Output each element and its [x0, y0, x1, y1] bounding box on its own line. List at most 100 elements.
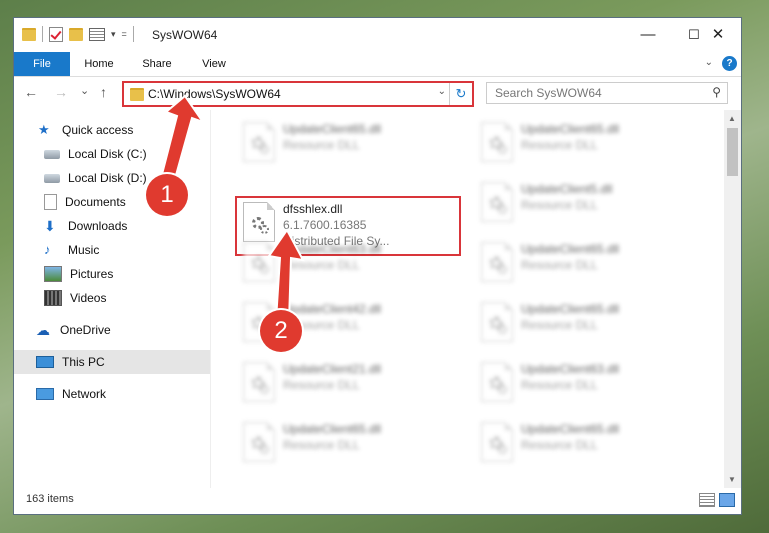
- vertical-scrollbar[interactable]: ▲ ▼: [724, 110, 741, 488]
- expand-ribbon-icon[interactable]: ⌄: [705, 57, 713, 68]
- sidebar-item-videos[interactable]: Videos 📌: [14, 286, 236, 310]
- sidebar-item-label: Local Disk (C:): [68, 147, 147, 161]
- file-tile[interactable]: UpdateClient63.dll Resource DLL: [235, 236, 463, 290]
- sidebar-item-music[interactable]: ♪ Music 📌: [14, 238, 236, 262]
- dll-file-icon: [481, 302, 513, 342]
- sidebar-item-downloads[interactable]: ⬇ Downloads 📌: [14, 214, 236, 238]
- navigation-bar: ← → ⌄ ↑ C:\Windows\SysWOW64 ⌄ ↻ Search S…: [14, 76, 741, 110]
- sidebar-item-label: Pictures: [70, 267, 114, 281]
- star-icon: ★: [38, 122, 50, 137]
- explorer-window: ▾ = SysWOW64 — ☐ ✕ File Home Share View …: [14, 18, 741, 514]
- file-tile[interactable]: UpdateClient63.dll Resource DLL: [473, 356, 701, 410]
- new-folder-icon[interactable]: [69, 27, 83, 41]
- tab-home[interactable]: Home: [76, 52, 122, 76]
- sidebar-item-label: This PC: [62, 355, 105, 369]
- window-title: SysWOW64: [152, 28, 218, 42]
- file-tile[interactable]: UpdateClient65.dll Resource DLL: [473, 236, 701, 290]
- tiles-view-icon[interactable]: [719, 493, 735, 507]
- file-tile[interactable]: UpdateClient65.dll Resource DLL: [473, 416, 701, 470]
- sidebar-item-label: OneDrive: [60, 323, 111, 337]
- search-placeholder: Search SysWOW64: [495, 86, 602, 100]
- file-name: UpdateClient42.dll: [283, 302, 382, 316]
- file-name: UpdateClient21.dll: [283, 362, 382, 376]
- close-button[interactable]: ✕: [695, 18, 741, 52]
- address-bar[interactable]: C:\Windows\SysWOW64 ⌄ ↻: [122, 81, 474, 107]
- sidebar-item-label: Music: [68, 243, 100, 257]
- sidebar-item-documents[interactable]: Documents 📌: [14, 190, 236, 214]
- sidebar-item-onedrive[interactable]: ☁ OneDrive: [14, 318, 228, 342]
- recent-locations-icon[interactable]: ⌄: [80, 84, 89, 97]
- file-name: UpdateClient63.dll: [521, 362, 620, 376]
- pictures-icon: [44, 266, 62, 282]
- sidebar-item-network[interactable]: Network: [14, 382, 228, 406]
- properties-icon[interactable]: [89, 27, 105, 41]
- network-icon: [36, 388, 54, 400]
- quick-access-toolbar: ▾ =: [22, 26, 134, 42]
- dll-file-icon: [243, 242, 275, 282]
- ribbon-tabs: File Home Share View ⌄ ?: [14, 52, 741, 77]
- back-icon[interactable]: ←: [24, 84, 38, 100]
- dll-file-icon: [481, 422, 513, 462]
- scrollbar-thumb[interactable]: [727, 128, 738, 176]
- toolbar-separator: [132, 26, 134, 42]
- sidebar-item-label: Documents: [65, 195, 126, 209]
- file-type: Resource DLL: [521, 438, 598, 452]
- dll-file-icon: [243, 362, 275, 402]
- details-view-icon[interactable]: [699, 493, 715, 507]
- refresh-icon[interactable]: ↻: [449, 83, 472, 105]
- file-type: Resource DLL: [521, 138, 598, 152]
- music-icon: ♪: [44, 242, 51, 257]
- scroll-down-icon[interactable]: ▼: [728, 475, 736, 484]
- toolbar-separator: [42, 26, 43, 42]
- file-name: UpdateClient65.dll: [283, 422, 382, 436]
- sidebar-item-pictures[interactable]: Pictures 📌: [14, 262, 236, 286]
- step-2-marker: 2: [260, 310, 302, 352]
- qat-customize-icon[interactable]: =: [122, 29, 127, 39]
- videos-icon: [44, 290, 62, 306]
- file-name: UpdateClient65.dll: [521, 422, 620, 436]
- up-icon[interactable]: ↑: [100, 84, 107, 100]
- tab-share[interactable]: Share: [134, 52, 180, 76]
- sidebar-item-quick-access[interactable]: ★ Quick access: [14, 118, 230, 142]
- step-1-marker: 1: [146, 174, 188, 216]
- search-icon[interactable]: ⚲: [712, 85, 721, 99]
- search-input[interactable]: Search SysWOW64 ⚲: [486, 82, 728, 104]
- file-tile[interactable]: UpdateClient21.dll Resource DLL: [235, 356, 463, 410]
- tab-view[interactable]: View: [192, 52, 236, 76]
- dll-file-icon: [481, 122, 513, 162]
- file-type: Resource DLL: [283, 438, 360, 452]
- sidebar-item-local-disk-c[interactable]: Local Disk (C:) 📌: [14, 142, 236, 166]
- sidebar-item-local-disk-d[interactable]: Local Disk (D:) 📌: [14, 166, 236, 190]
- sidebar-item-this-pc[interactable]: This PC: [14, 350, 228, 374]
- file-tile[interactable]: UpdateClient65.dll Resource DLL: [235, 116, 463, 170]
- dll-file-icon: [481, 182, 513, 222]
- properties-check-icon[interactable]: [49, 26, 63, 42]
- file-tile[interactable]: UpdateClient65.dll Resource DLL: [235, 416, 463, 470]
- file-tile[interactable]: UpdateClient65.dll Resource DLL: [473, 296, 701, 350]
- documents-icon: [44, 194, 57, 210]
- tab-file[interactable]: File: [14, 52, 70, 76]
- title-bar: ▾ = SysWOW64 — ☐ ✕: [14, 18, 741, 52]
- file-tile[interactable]: UpdateClient65.dll Resource DLL: [473, 116, 701, 170]
- minimize-button[interactable]: —: [625, 18, 671, 52]
- disk-icon: [44, 149, 60, 159]
- sidebar-item-label: Quick access: [62, 123, 134, 137]
- file-type: Resource DLL: [521, 198, 598, 212]
- qat-dropdown-icon[interactable]: ▾: [111, 29, 116, 40]
- dll-file-icon: [243, 422, 275, 462]
- sidebar-item-label: Local Disk (D:): [68, 171, 147, 185]
- sidebar-item-label: Network: [62, 387, 107, 401]
- dll-file-icon: [243, 122, 275, 162]
- help-icon[interactable]: ?: [722, 56, 737, 71]
- sidebar-item-label: Downloads: [68, 219, 128, 233]
- file-tile[interactable]: UpdateClient5.dll Resource DLL: [473, 176, 701, 230]
- item-count: 163 items: [26, 493, 74, 505]
- address-dropdown-icon[interactable]: ⌄: [438, 86, 446, 97]
- navigation-pane: ★ Quick access Local Disk (C:) 📌 Local D…: [14, 110, 230, 488]
- file-type: Resource DLL: [521, 258, 598, 272]
- address-path[interactable]: C:\Windows\SysWOW64: [148, 87, 281, 101]
- scroll-up-icon[interactable]: ▲: [728, 114, 736, 123]
- forward-icon[interactable]: →: [54, 84, 68, 100]
- download-icon: ⬇: [44, 218, 56, 234]
- cloud-icon: ☁: [36, 322, 50, 338]
